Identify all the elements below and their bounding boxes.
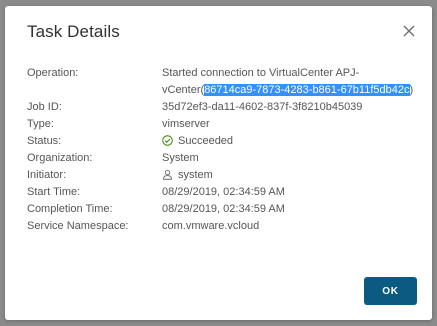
type-value: vimserver [162,118,210,130]
status-value: Succeeded [178,135,234,147]
job-id-value[interactable]: 35d72ef3-da11-4602-837f-3f8210b45039 [162,99,422,116]
initiator-label: Initiator: [27,169,67,181]
check-circle-icon [162,135,173,146]
completion-time-label: Completion Time: [27,203,113,215]
dialog-title: Task Details [27,22,120,41]
detail-row-job-id: Job ID: 35d72ef3-da11-4602-837f-3f8210b4… [27,99,422,116]
user-icon [162,169,173,180]
operation-label: Operation: [27,67,79,79]
detail-row-type: Type: vimserver [27,116,422,133]
initiator-value-container: system [162,167,422,184]
service-namespace-value: com.vmware.vcloud [162,220,260,232]
status-value-container: Succeeded [162,133,422,150]
status-label: Status: [27,135,62,147]
detail-row-status: Status: Succeeded [27,133,422,150]
task-details-dialog: Task Details Operation: Started connecti… [5,6,432,320]
service-namespace-label: Service Namespace: [27,220,129,232]
operation-value-line1: Started connection to VirtualCenter APJ- [162,67,360,79]
start-time-label: Start Time: [27,186,81,198]
detail-row-organization: Organization: System [27,150,422,167]
organization-value: System [162,152,199,164]
close-button[interactable] [402,24,416,38]
detail-row-operation: Operation: Started connection to Virtual… [27,65,422,99]
detail-row-initiator: Initiator: system [27,167,422,184]
operation-value-line2: vCenter(86714ca9-7873-4283-b861-67b11f5d… [162,82,422,99]
task-details-list: Operation: Started connection to Virtual… [27,65,422,235]
detail-row-service-namespace: Service Namespace: com.vmware.vcloud [27,218,422,235]
operation-value-prefix: vCenter( [162,84,205,96]
selected-text: 86714ca9-7873-4283-b861-67b11f5db42c [204,84,410,96]
completion-time-value: 08/29/2019, 02:34:59 AM [162,203,285,215]
type-label: Type: [27,118,54,130]
operation-value-suffix: ) [409,84,414,96]
detail-row-completion-time: Completion Time: 08/29/2019, 02:34:59 AM [27,201,422,218]
organization-label: Organization: [27,152,93,164]
ok-button[interactable]: OK [364,277,417,305]
close-icon [402,24,416,38]
detail-row-start-time: Start Time: 08/29/2019, 02:34:59 AM [27,184,422,201]
start-time-value: 08/29/2019, 02:34:59 AM [162,186,285,198]
job-id-label: Job ID: [27,101,62,113]
initiator-value: system [178,169,213,181]
operation-value[interactable]: Started connection to VirtualCenter APJ-… [162,65,422,99]
